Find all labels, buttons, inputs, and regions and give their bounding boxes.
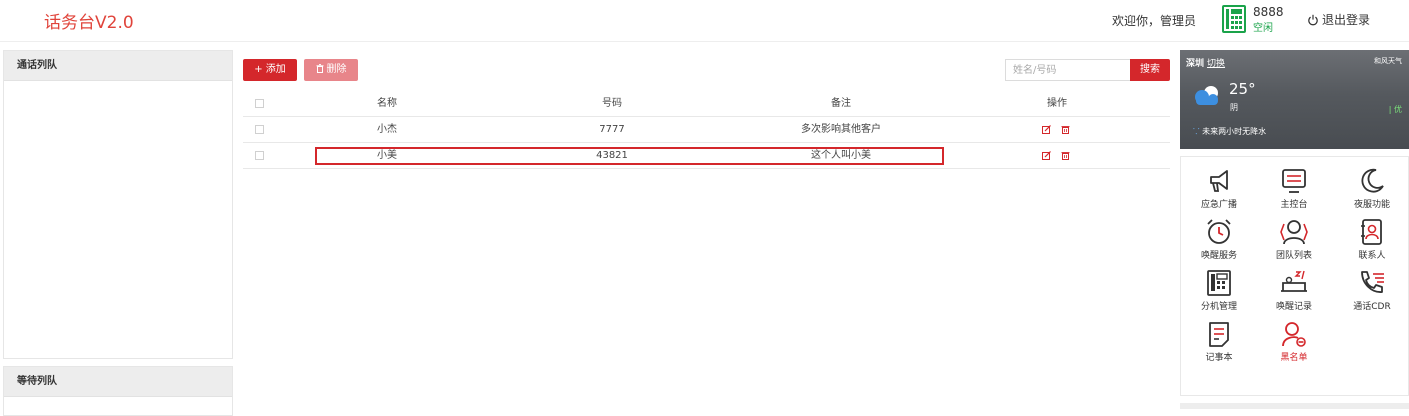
shortcut-label: 黑名单 bbox=[1280, 353, 1308, 363]
weather-forecast: ⸪ 未来两小时无降水 bbox=[1193, 126, 1266, 137]
weather-provider: 和风天气 bbox=[1374, 57, 1402, 65]
shortcut-blacklist[interactable]: 黑名单 bbox=[1259, 320, 1329, 363]
delete-label: 删除 bbox=[326, 64, 347, 75]
extension-number: 8888 bbox=[1253, 5, 1284, 19]
row-checkbox[interactable] bbox=[255, 125, 264, 134]
phone-list-icon bbox=[1361, 271, 1384, 293]
shortcut-label: 团队列表 bbox=[1275, 251, 1312, 261]
edit-icon[interactable] bbox=[1042, 125, 1051, 134]
notepad-icon bbox=[1209, 322, 1229, 347]
selected-row-highlight bbox=[315, 147, 944, 165]
delete-icon[interactable] bbox=[1061, 151, 1070, 160]
megaphone-icon bbox=[1210, 170, 1228, 192]
console-icon bbox=[1282, 169, 1306, 193]
add-button[interactable]: + 添加 bbox=[243, 59, 297, 81]
contact-book-icon bbox=[1361, 219, 1382, 245]
air-quality: | 优 bbox=[1388, 105, 1402, 114]
team-icon bbox=[1280, 220, 1308, 245]
search-button[interactable]: 搜索 bbox=[1130, 59, 1170, 81]
cell-note: 多次影响其他客户 bbox=[801, 124, 881, 135]
row-checkbox[interactable] bbox=[255, 151, 264, 160]
rain-drop-icon: ⸪ bbox=[1193, 127, 1200, 136]
delete-icon[interactable] bbox=[1061, 125, 1070, 134]
shortcut-wake-records[interactable]: 唤醒记录 bbox=[1259, 269, 1329, 312]
shortcut-label: 联系人 bbox=[1358, 251, 1386, 261]
shortcut-label: 主控台 bbox=[1280, 200, 1308, 210]
call-queue-panel: 通话列队 bbox=[3, 50, 233, 359]
shortcut-wake-service[interactable]: 唤醒服务 bbox=[1184, 218, 1254, 261]
shortcut-extension-management[interactable]: 分机管理 bbox=[1184, 269, 1254, 312]
wait-queue-title: 等待列队 bbox=[4, 367, 232, 397]
shortcut-label: 通话CDR bbox=[1353, 302, 1391, 312]
shortcut-label: 唤醒记录 bbox=[1275, 302, 1312, 312]
shortcut-notepad[interactable]: 记事本 bbox=[1184, 320, 1254, 363]
row-actions bbox=[1042, 125, 1070, 134]
shortcut-grid: 应急广播 主控台 夜服功能 唤醒服务 团队列表 联系人 分机管理 唤醒记录 通话… bbox=[1180, 156, 1409, 396]
cell-number: 7777 bbox=[599, 124, 625, 135]
shortcut-contacts[interactable]: 联系人 bbox=[1337, 218, 1407, 261]
bottom-panel-edge bbox=[1180, 403, 1409, 409]
desk-phone-icon bbox=[1207, 270, 1231, 296]
extension-phone-icon bbox=[1222, 5, 1246, 33]
weather-temperature: 25° bbox=[1229, 80, 1256, 98]
shortcut-label: 分机管理 bbox=[1200, 302, 1237, 312]
shortcut-night-service[interactable]: 夜服功能 bbox=[1337, 167, 1407, 210]
city-name: 深圳 bbox=[1186, 59, 1205, 69]
column-header-number: 号码 bbox=[602, 98, 622, 109]
cell-name: 小杰 bbox=[377, 124, 397, 135]
cloudy-icon bbox=[1195, 86, 1218, 105]
shortcut-label: 唤醒服务 bbox=[1200, 251, 1237, 261]
select-all-checkbox[interactable] bbox=[255, 99, 264, 108]
alarm-clock-icon bbox=[1207, 219, 1231, 244]
blacklist-user-icon bbox=[1282, 322, 1306, 347]
weather-condition: 阴 bbox=[1230, 103, 1238, 112]
row-actions bbox=[1042, 151, 1070, 160]
logout-button[interactable]: 退出登录 bbox=[1307, 11, 1370, 28]
extension-status: 空闲 bbox=[1253, 23, 1273, 34]
logout-label: 退出登录 bbox=[1322, 13, 1371, 27]
shortcut-emergency-broadcast[interactable]: 应急广播 bbox=[1184, 167, 1254, 210]
column-header-name: 名称 bbox=[377, 98, 397, 109]
shortcut-label: 夜服功能 bbox=[1353, 200, 1390, 210]
power-icon bbox=[1308, 14, 1318, 25]
wake-record-icon bbox=[1281, 270, 1307, 292]
table-header: 名称 号码 备注 操作 bbox=[243, 91, 1170, 117]
shortcut-label: 记事本 bbox=[1205, 353, 1233, 363]
trash-icon bbox=[316, 64, 323, 73]
search-input[interactable] bbox=[1005, 59, 1130, 81]
moon-icon bbox=[1361, 168, 1384, 193]
delete-button[interactable]: 删除 bbox=[304, 59, 358, 81]
table-row: 小杰 7777 多次影响其他客户 bbox=[243, 117, 1170, 143]
column-header-actions: 操作 bbox=[1047, 98, 1067, 109]
shortcut-console[interactable]: 主控台 bbox=[1259, 167, 1329, 210]
shortcut-call-cdr[interactable]: 通话CDR bbox=[1337, 269, 1407, 312]
weather-widget: 深圳 切换 和风天气 25° 阴 | 优 ⸪ 未来两小时无降水 bbox=[1180, 50, 1409, 149]
weather-city: 深圳 切换 bbox=[1186, 56, 1225, 69]
city-switch-link[interactable]: 切换 bbox=[1207, 59, 1225, 69]
shortcut-team-list[interactable]: 团队列表 bbox=[1259, 218, 1329, 261]
call-queue-title: 通话列队 bbox=[4, 51, 232, 81]
column-header-note: 备注 bbox=[831, 98, 851, 109]
welcome-text: 欢迎你，管理员 bbox=[1112, 14, 1197, 28]
app-title: 话务台V2.0 bbox=[44, 13, 134, 33]
top-bar: 话务台V2.0 欢迎你，管理员 8888 空闲 退出登录 bbox=[0, 0, 1409, 42]
forecast-text: 未来两小时无降水 bbox=[1202, 127, 1267, 136]
shortcut-label: 应急广播 bbox=[1200, 200, 1237, 210]
edit-icon[interactable] bbox=[1042, 151, 1051, 160]
